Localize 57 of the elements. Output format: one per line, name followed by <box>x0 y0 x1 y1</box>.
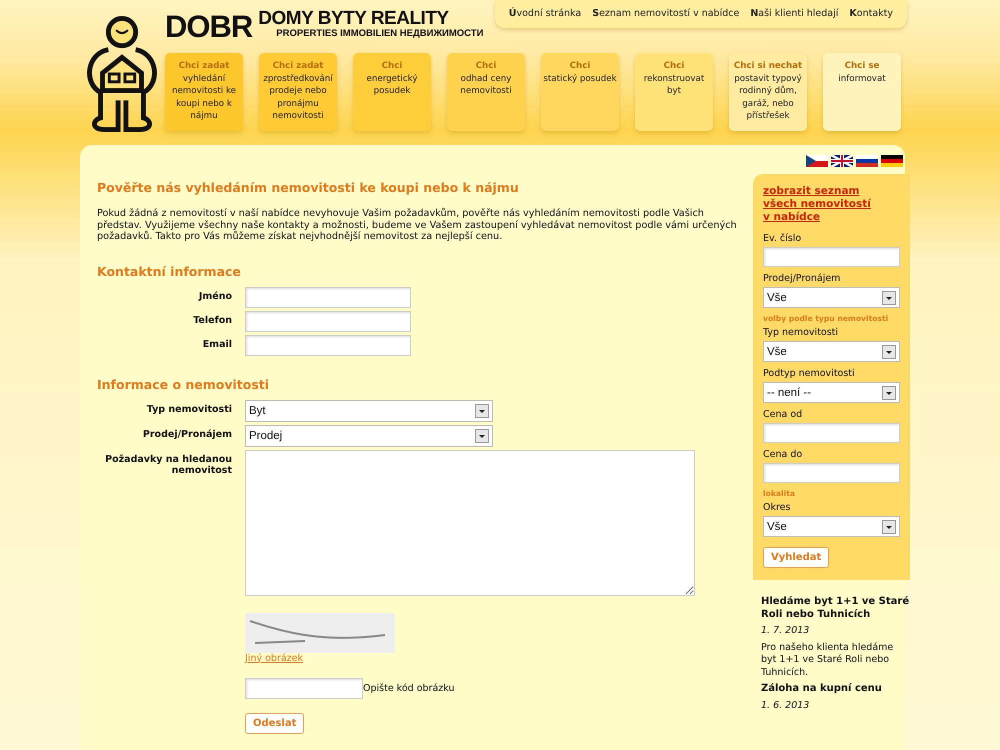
property-list-link[interactable]: zobrazit seznam všech nemovitostí v nabídce <box>763 185 875 224</box>
captcha-instruction: Opište kód obrázku <box>363 682 454 694</box>
dropdown-select[interactable]: Prodej <box>245 424 493 446</box>
service-tile[interactable]: Chci energetický posudek <box>353 53 431 131</box>
service-tile[interactable]: Chci statický posudek <box>541 53 619 131</box>
czech-flag-icon[interactable] <box>806 155 828 167</box>
field-label: Cena od <box>763 409 802 420</box>
field-label: Cena do <box>763 449 802 460</box>
text-input-field[interactable] <box>763 247 900 267</box>
requirements-textarea[interactable] <box>245 450 695 596</box>
field-label: Prodej/Pronájem <box>763 273 840 284</box>
field-label: Podtyp nemovitosti <box>763 368 855 379</box>
service-tile[interactable]: Chci odhad ceny nemovitosti <box>447 53 525 131</box>
text-input-field[interactable] <box>763 423 900 443</box>
nav-link[interactable]: Úvodní stránka <box>508 8 582 19</box>
service-tile[interactable]: Chci zadat vyhledání nemovitosti ke koupi nebo k nájmu <box>165 53 243 131</box>
field-label: Email <box>202 338 232 352</box>
field-label: Jméno <box>197 290 232 304</box>
service-tile[interactable]: Chci se informovat <box>823 53 901 131</box>
field-label: Okres <box>763 502 790 513</box>
dropdown-select[interactable]: Vše <box>763 341 900 362</box>
section-heading: Informace o nemovitosti <box>97 376 270 392</box>
nav-link[interactable]: Kontakty <box>849 8 893 19</box>
uk-flag-icon[interactable] <box>831 155 853 167</box>
text-input-field[interactable] <box>245 286 411 308</box>
news-title[interactable]: Hledáme byt 1+1 ve Staré Roli nebo Tuhnicích <box>761 596 910 621</box>
field-label: Typ nemovitosti <box>146 402 232 416</box>
field-label: Požadavky na hledanou nemovitost <box>104 452 232 478</box>
logo-subtitle: PROPERTIES IMMOBILIEN НЕДВИЖИМОСТИ <box>276 28 484 39</box>
news-text: Pro našeho klienta hledáme byt 1+1 ve Staré Roli nebo Tuhnicích. <box>761 642 894 679</box>
section-heading: Kontaktní informace <box>97 264 242 278</box>
field-label: Telefon <box>192 314 232 328</box>
text-input-field[interactable] <box>245 334 411 356</box>
text-input-field[interactable] <box>763 463 900 483</box>
intro-paragraph: Pokud žádná z nemovitostí v naší nabídce nevyhovuje Vašim požadavkům, pověřte nás vyhledáním nemovitosti podle Vašich představ. Využijeme všechny naše kontakty a možnosti, budeme ve Vašem zastoupení vyhledávat nemovitost podle vámi určených požadavků. Takto pro Vás můžeme získat nejvhodnější nemovitost za nejlepší cenu. <box>97 208 737 242</box>
captcha-code-field[interactable] <box>245 678 363 698</box>
news-date: 1. 7. 2013 <box>761 625 810 638</box>
service-tile[interactable]: Chci si nechat postavit typový rodinný dům, garáž, nebo přístřešek <box>729 53 807 131</box>
logo-tagline: DOMY BYTY REALITY <box>258 10 450 28</box>
news-title[interactable]: Záloha na kupní cenu <box>761 683 910 696</box>
german-flag-icon[interactable] <box>881 155 903 167</box>
news-date: 1. 6. 2013 <box>761 700 810 712</box>
dropdown-select[interactable]: Byt <box>245 400 493 422</box>
service-tile[interactable]: Chci zadat zprostředkování prodeje nebo pronájmu nemovitosti <box>259 53 337 131</box>
field-label: Ev. číslo <box>763 233 802 244</box>
field-label: Typ nemovitosti <box>763 327 838 338</box>
page-title: Pověřte nás vyhledáním nemovitosti ke koupi nebo k nájmu <box>97 180 520 195</box>
dropdown-select[interactable]: Vše <box>763 516 900 537</box>
field-label: Prodej/Pronájem <box>142 428 232 442</box>
russian-flag-icon[interactable] <box>856 155 878 167</box>
logo-wordmark: DOBR <box>165 9 252 45</box>
dropdown-select[interactable]: Vše <box>763 287 900 308</box>
nav-link[interactable]: Naši klienti hledají <box>750 8 838 19</box>
nav-link[interactable]: Seznam nemovitostí v nabídce <box>592 8 740 19</box>
service-tile[interactable]: Chci rekonstruovat byt <box>635 53 713 131</box>
text-input-field[interactable] <box>245 310 411 332</box>
dropdown-select[interactable]: -- není -- <box>763 382 900 403</box>
